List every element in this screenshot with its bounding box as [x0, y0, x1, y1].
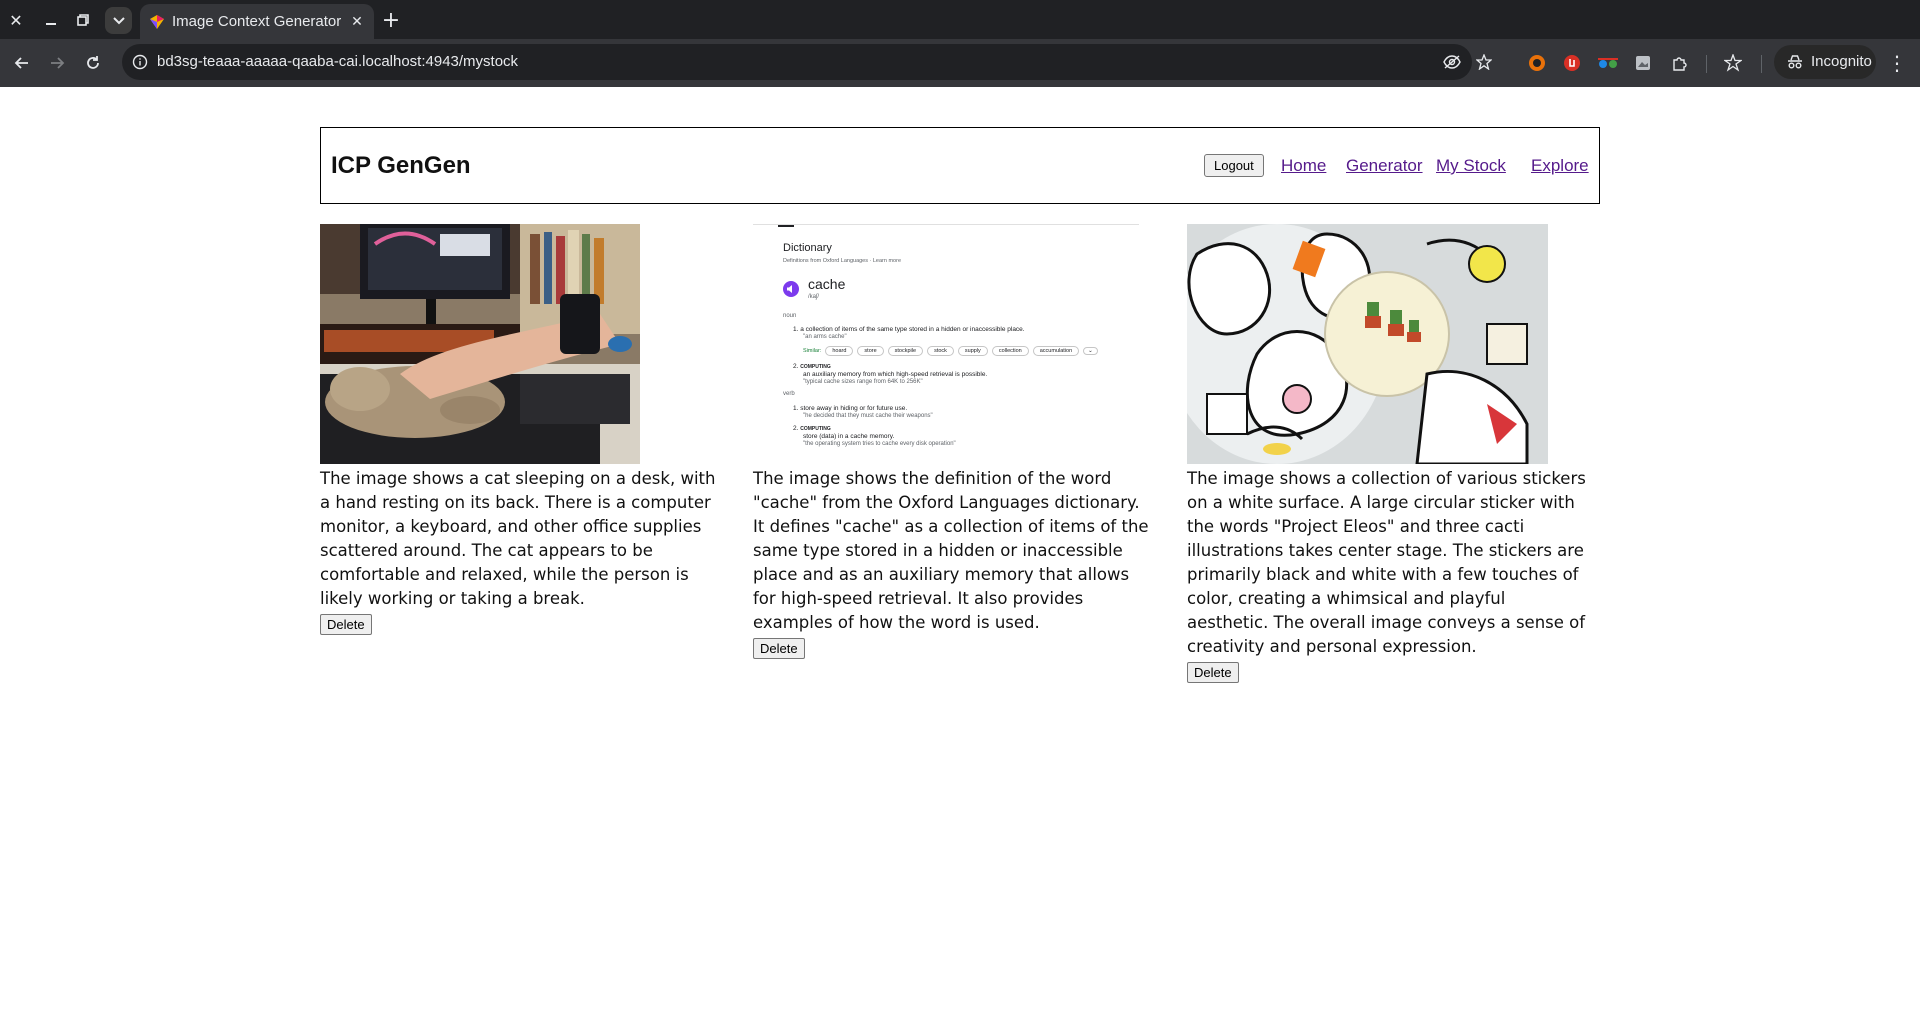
delete-button[interactable]: Delete — [1187, 662, 1239, 683]
tab-strip: ✕ Image Context Generator ✕ + — [0, 0, 1920, 39]
dict-similar-row: Similar: hoard store stockpile stock sup… — [803, 346, 1098, 356]
dict-similar-chip[interactable]: accumulation — [1032, 346, 1080, 356]
dict-definition-text: an auxiliary memory from which high-spee… — [803, 371, 988, 378]
dict-definition: 1. store away in hiding or for future us… — [793, 405, 908, 412]
dict-example: "an arms cache" — [803, 334, 847, 340]
dict-pos-verb: verb — [783, 391, 795, 397]
puzzle-extensions-icon[interactable] — [1669, 52, 1691, 74]
stickers-image — [1187, 224, 1548, 464]
dict-source: Definitions from Oxford Languages · Lear… — [783, 258, 902, 264]
more-menu-icon[interactable]: ⋮ — [1884, 50, 1910, 76]
delete-button[interactable]: Delete — [320, 614, 372, 635]
dict-similar-chip[interactable]: collection — [991, 346, 1029, 356]
image-description: The image shows a collection of various … — [1187, 469, 1586, 656]
dict-label-computing: COMPUTING — [800, 426, 831, 432]
dict-similar-chip[interactable]: store — [857, 346, 884, 356]
stock-card: The image shows a collection of various … — [1187, 224, 1587, 683]
tab-indicator — [778, 225, 794, 227]
dict-definition-text: a collection of items of the same type s… — [800, 326, 1025, 333]
extension-icon[interactable] — [1526, 52, 1548, 74]
dict-similar-chip[interactable]: stockpile — [887, 346, 924, 356]
nav-link-my-stock[interactable]: My Stock — [1436, 156, 1506, 176]
dict-similar-label: Similar: — [803, 348, 822, 354]
nav-link-home[interactable]: Home — [1281, 156, 1326, 176]
dict-definition-text: store (data) in a cache memory. — [803, 433, 895, 440]
speaker-icon[interactable] — [783, 281, 799, 297]
new-tab-icon[interactable]: + — [377, 6, 405, 34]
forward-icon[interactable] — [44, 50, 70, 76]
bookmarks-star-icon[interactable] — [1722, 52, 1744, 74]
incognito-badge[interactable]: Incognito — [1774, 45, 1876, 79]
stock-card: Dictionary Definitions from Oxford Langu… — [753, 224, 1153, 659]
dict-definition-text: store away in hiding or for future use. — [800, 405, 908, 412]
ublock-extension-icon[interactable] — [1561, 52, 1583, 74]
favicon-icon — [150, 15, 164, 29]
active-tab[interactable]: Image Context Generator ✕ — [140, 4, 374, 39]
stock-card: The image shows a cat sleeping on a desk… — [320, 224, 720, 635]
dict-label-computing: COMPUTING — [800, 364, 831, 370]
dict-word: cache — [808, 276, 846, 292]
toolbar-divider — [1761, 55, 1762, 73]
dict-similar-chip[interactable]: supply — [957, 346, 988, 356]
toolbar-divider — [1706, 55, 1707, 73]
cat-on-desk-image — [320, 224, 640, 464]
url-text[interactable]: bd3sg-teaaa-aaaaa-qaaba-cai.localhost:49… — [157, 53, 518, 70]
tab-search-icon[interactable] — [105, 7, 132, 34]
nav-link-generator[interactable]: Generator — [1346, 156, 1423, 176]
dict-definition: 2. COMPUTING — [793, 425, 831, 432]
address-bar[interactable]: bd3sg-teaaa-aaaaa-qaaba-cai.localhost:49… — [122, 44, 1472, 80]
dict-example: "he decided that they must cache their w… — [803, 413, 933, 419]
restore-icon[interactable] — [69, 6, 97, 34]
image-extension-icon[interactable] — [1632, 52, 1654, 74]
logout-button[interactable]: Logout — [1204, 154, 1264, 177]
incognito-label: Incognito — [1811, 53, 1872, 70]
toolbar: bd3sg-teaaa-aaaaa-qaaba-cai.localhost:49… — [0, 39, 1920, 87]
app-header: ICP GenGen Logout Home Generator My Stoc… — [320, 127, 1600, 204]
dict-pos-noun: noun — [783, 313, 797, 319]
dictionary-screenshot-image: Dictionary Definitions from Oxford Langu… — [753, 224, 1139, 464]
browser-chrome: ✕ Image Context Generator ✕ + bd3sg-teaa… — [0, 0, 1920, 87]
reload-icon[interactable] — [80, 50, 106, 76]
chevron-down-icon[interactable]: ⌄ — [1083, 347, 1098, 355]
dict-definition: 2. COMPUTING — [793, 363, 831, 370]
dict-similar-chip[interactable]: hoard — [825, 346, 854, 356]
delete-button[interactable]: Delete — [753, 638, 805, 659]
incognito-icon — [1788, 55, 1802, 69]
dict-similar-chip[interactable]: stock — [927, 346, 954, 356]
back-icon[interactable] — [9, 50, 35, 76]
app-title: ICP GenGen — [331, 152, 471, 179]
tab-close-icon[interactable]: ✕ — [348, 13, 366, 31]
nav-link-explore[interactable]: Explore — [1531, 156, 1589, 176]
dict-phonetic: /kaʃ/ — [808, 294, 820, 300]
tab-title: Image Context Generator — [172, 13, 342, 30]
tracking-protection-icon[interactable] — [1442, 52, 1462, 72]
dict-example: "the operating system tries to cache eve… — [803, 441, 956, 447]
site-info-icon[interactable] — [130, 52, 150, 72]
dict-heading: Dictionary — [783, 242, 832, 254]
glasses-extension-icon[interactable] — [1597, 52, 1619, 74]
bookmark-star-icon[interactable] — [1474, 52, 1494, 72]
page-content: ICP GenGen Logout Home Generator My Stoc… — [0, 87, 1920, 1016]
minimize-icon[interactable] — [37, 6, 65, 34]
close-window-icon[interactable]: ✕ — [2, 6, 30, 34]
image-description: The image shows a cat sleeping on a desk… — [320, 469, 716, 608]
image-description: The image shows the definition of the wo… — [753, 469, 1149, 632]
dict-definition: 1. a collection of items of the same typ… — [793, 326, 1025, 333]
dict-example: "typical cache sizes range from 64K to 2… — [803, 379, 923, 385]
